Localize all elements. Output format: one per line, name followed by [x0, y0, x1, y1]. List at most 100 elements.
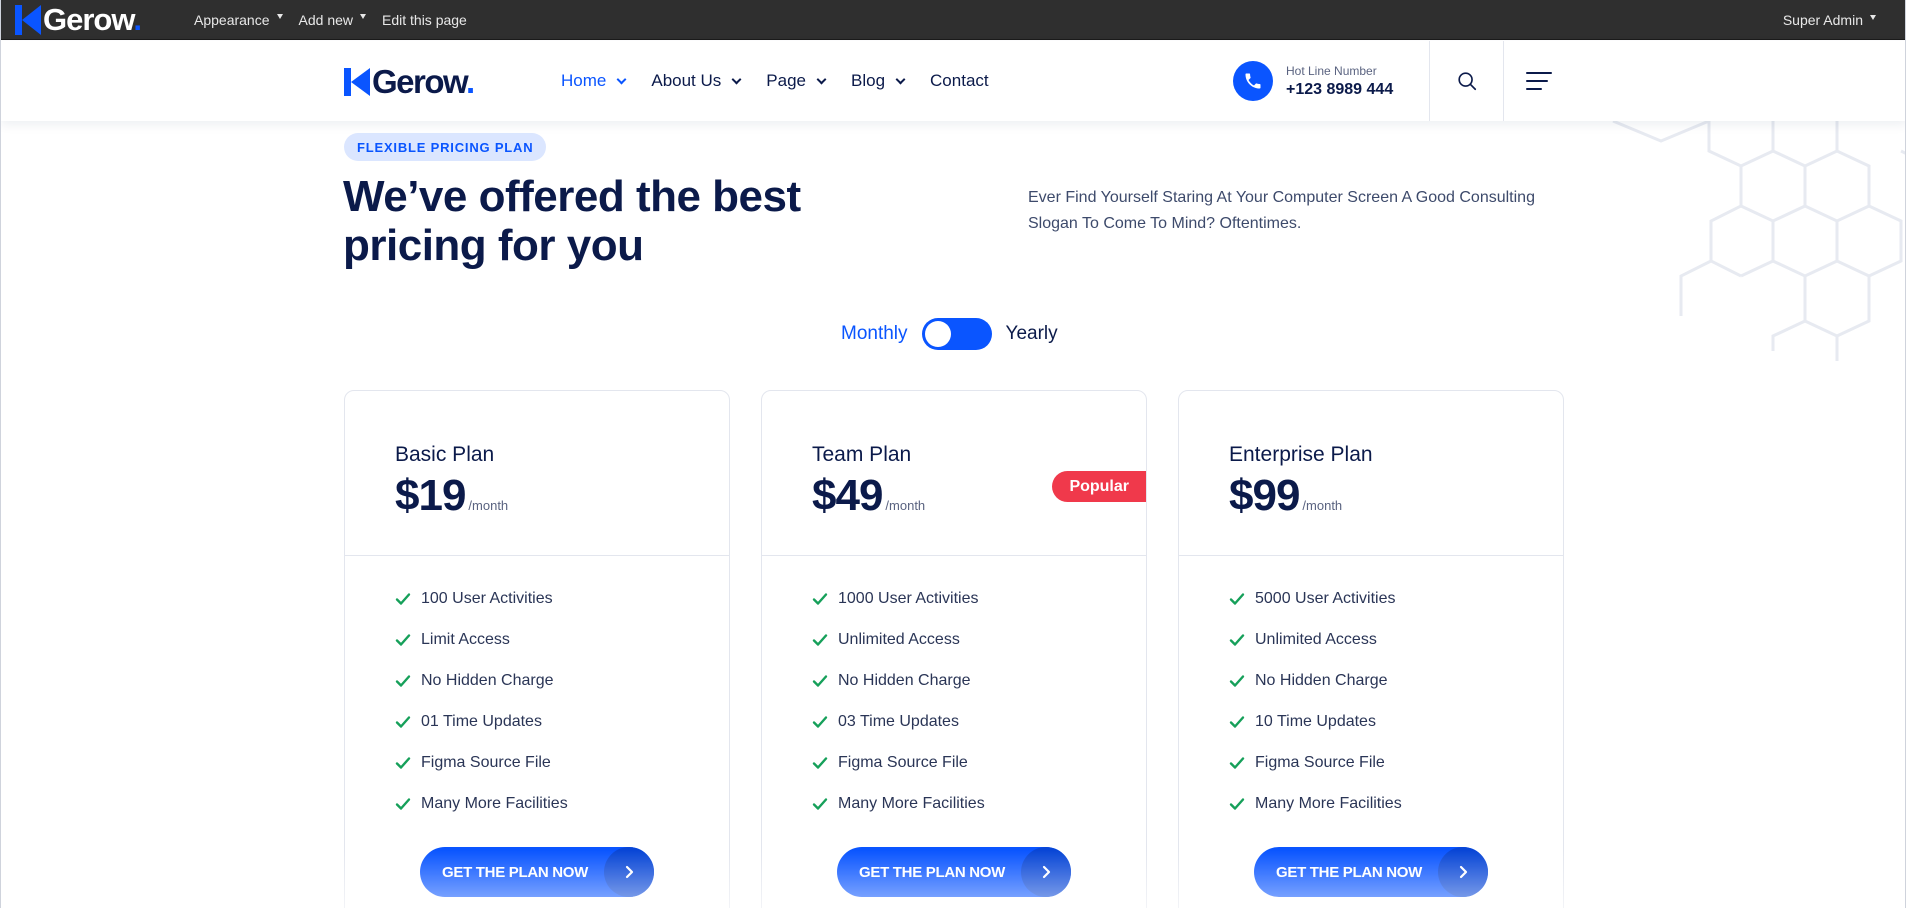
- chevron-right-icon: [1042, 865, 1051, 879]
- main-nav: Home About Us Page Blog Contact: [561, 41, 1015, 121]
- admin-menu-add-new[interactable]: Add new: [299, 12, 366, 28]
- monthly-label[interactable]: Monthly: [841, 323, 908, 345]
- plan-name: Team Plan: [812, 443, 912, 466]
- check-icon: [395, 756, 411, 769]
- plan-feature: 5000 User Activities: [1229, 578, 1402, 619]
- get-plan-button-label: GET THE PLAN NOW: [442, 863, 589, 881]
- plan-feature-text: 03 Time Updates: [838, 712, 959, 730]
- pricing-card: Enterprise Plan $99/month 5000 User Activi…: [1178, 390, 1564, 908]
- plan-feature: 03 Time Updates: [812, 701, 985, 742]
- get-plan-button[interactable]: GET THE PLAN NOW: [420, 847, 654, 897]
- admin-bar: Gerow. Appearance Add new Edit this page…: [1, 0, 1905, 40]
- plan-feature: No Hidden Charge: [1229, 660, 1402, 701]
- nav-item-page[interactable]: Page: [766, 71, 827, 91]
- plan-feature: No Hidden Charge: [812, 660, 985, 701]
- search-button[interactable]: [1453, 67, 1481, 95]
- check-icon: [1229, 797, 1245, 810]
- section-tag: FLEXIBLE PRICING PLAN: [344, 133, 547, 161]
- nav-item-about-us[interactable]: About Us: [651, 71, 742, 91]
- plan-feature-text: Figma Source File: [1255, 753, 1385, 771]
- get-plan-button-label: GET THE PLAN NOW: [859, 863, 1006, 881]
- admin-user-menu[interactable]: Super Admin: [1783, 0, 1876, 40]
- plan-features-list: 5000 User Activities Unlimited Access No H…: [1229, 578, 1402, 824]
- site-logo[interactable]: Gerow.: [344, 63, 475, 100]
- get-plan-button-label: GET THE PLAN NOW: [1276, 863, 1423, 881]
- nav-item-contact[interactable]: Contact: [930, 71, 989, 91]
- plan-price: $49: [812, 471, 883, 520]
- check-icon: [1229, 592, 1245, 605]
- plan-feature-text: Figma Source File: [421, 753, 551, 771]
- site-brand: Gerow.: [372, 63, 475, 100]
- plan-price: $19: [395, 471, 466, 520]
- plan-feature: Many More Facilities: [395, 783, 568, 824]
- admin-menu-appearance[interactable]: Appearance: [194, 12, 283, 28]
- plan-features-list: 1000 User Activities Unlimited Access No H…: [812, 578, 985, 824]
- card-header: Team Plan $49/month Popular: [762, 391, 1146, 556]
- switch-knob: [924, 321, 951, 347]
- plan-feature-text: 10 Time Updates: [1255, 712, 1376, 730]
- plan-feature: Unlimited Access: [1229, 619, 1402, 660]
- get-plan-button[interactable]: GET THE PLAN NOW: [837, 847, 1071, 897]
- header-divider: [1503, 41, 1504, 121]
- plan-feature-text: 1000 User Activities: [838, 589, 979, 607]
- price-row: $19/month: [395, 471, 508, 521]
- hotline-number[interactable]: +123 8989 444: [1286, 81, 1393, 99]
- popular-badge: Popular: [1052, 471, 1146, 502]
- plan-period: /month: [885, 498, 926, 513]
- check-icon: [395, 592, 411, 605]
- plan-feature-text: Unlimited Access: [1255, 630, 1377, 648]
- phone-icon: [1245, 73, 1261, 89]
- plan-period: /month: [468, 498, 509, 513]
- nav-item-blog[interactable]: Blog: [851, 71, 906, 91]
- price-row: $99/month: [1229, 471, 1342, 521]
- phone-button[interactable]: [1233, 61, 1273, 101]
- hexagon-pattern-decoration: [1612, 121, 1905, 361]
- plan-feature-text: Many More Facilities: [1255, 794, 1402, 812]
- section-description: Ever Find Yourself Staring At Your Compu…: [1028, 189, 1535, 232]
- admin-menu-edit-page[interactable]: Edit this page: [382, 12, 467, 28]
- plan-feature: No Hidden Charge: [395, 660, 568, 701]
- admin-bar-menu: Appearance Add new Edit this page: [194, 12, 483, 28]
- nav-item-home[interactable]: Home: [561, 71, 627, 91]
- check-icon: [812, 633, 828, 646]
- check-icon: [395, 633, 411, 646]
- plan-feature-text: 100 User Activities: [421, 589, 553, 607]
- caret-down-icon: [276, 14, 283, 19]
- plan-features-list: 100 User Activities Limit Access No Hidden…: [395, 578, 568, 824]
- check-icon: [812, 674, 828, 687]
- section-title: We’ve offered the best pricing for you: [343, 172, 801, 270]
- check-icon: [395, 674, 411, 687]
- plan-name: Enterprise Plan: [1229, 443, 1373, 466]
- plan-feature: Many More Facilities: [812, 783, 985, 824]
- caret-down-icon: [360, 14, 366, 19]
- plan-name: Basic Plan: [395, 443, 495, 466]
- arrow-circle: [1021, 847, 1071, 897]
- plan-feature-text: No Hidden Charge: [421, 671, 554, 689]
- check-icon: [1229, 674, 1245, 687]
- plan-feature-text: 01 Time Updates: [421, 712, 542, 730]
- plan-feature: Figma Source File: [812, 742, 985, 783]
- header-divider: [1429, 41, 1430, 121]
- price-row: $49/month: [812, 471, 925, 521]
- plan-feature-text: Many More Facilities: [838, 794, 985, 812]
- arrow-circle: [1438, 847, 1488, 897]
- plan-feature: Many More Facilities: [1229, 783, 1402, 824]
- yearly-label[interactable]: Yearly: [1006, 323, 1058, 345]
- menu-button[interactable]: [1526, 69, 1556, 93]
- pricing-card: Team Plan $49/month Popular 1000 User Activ…: [761, 390, 1147, 908]
- chevron-down-icon: [616, 74, 627, 84]
- card-header: Basic Plan $19/month: [345, 391, 729, 556]
- plan-feature: 10 Time Updates: [1229, 701, 1402, 742]
- get-plan-button[interactable]: GET THE PLAN NOW: [1254, 847, 1488, 897]
- check-icon: [1229, 633, 1245, 646]
- card-header: Enterprise Plan $99/month: [1179, 391, 1563, 556]
- check-icon: [395, 797, 411, 810]
- billing-period-switch[interactable]: [921, 318, 992, 350]
- check-icon: [395, 715, 411, 728]
- chevron-right-icon: [1459, 865, 1468, 879]
- plan-feature: Figma Source File: [1229, 742, 1402, 783]
- plan-feature-text: 5000 User Activities: [1255, 589, 1396, 607]
- search-icon: [1458, 72, 1477, 91]
- logo-mark-icon: [15, 4, 41, 35]
- admin-bar-logo[interactable]: Gerow.: [15, 2, 165, 38]
